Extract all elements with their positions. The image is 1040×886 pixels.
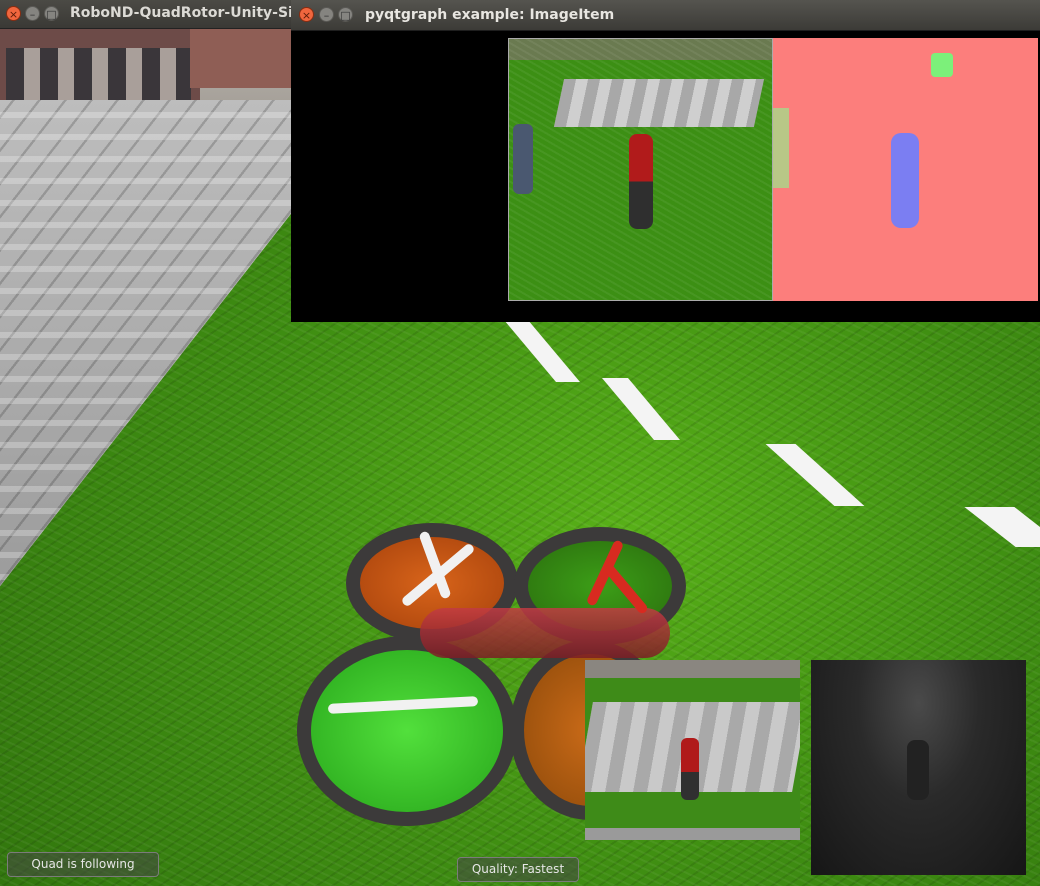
minimize-icon[interactable]: –: [25, 6, 40, 21]
simulator-titlebar[interactable]: × – □ RoboND-QuadRotor-Unity-Simu: [0, 0, 300, 29]
quality-setting-label[interactable]: Quality: Fastest: [457, 857, 579, 882]
lane-stripe: [964, 507, 1040, 547]
lane-stripe: [503, 320, 581, 382]
segmented-other: [773, 108, 789, 188]
viewer-window-title: pyqtgraph example: ImageItem: [365, 7, 615, 23]
plaza-tiles: [553, 79, 765, 127]
segmentation-image-item[interactable]: [773, 38, 1038, 301]
maximize-icon[interactable]: □: [338, 7, 353, 22]
maximize-icon[interactable]: □: [44, 6, 59, 21]
drone-body: [420, 608, 670, 658]
target-person: [681, 738, 699, 800]
camera-feed-inset: [585, 660, 800, 840]
simulator-window-title: RoboND-QuadRotor-Unity-Simu: [70, 5, 296, 21]
viewer-titlebar[interactable]: × – □ pyqtgraph example: ImageItem: [291, 0, 1040, 31]
target-person: [629, 134, 653, 229]
segmented-target: [891, 133, 919, 228]
segmented-other: [931, 53, 953, 77]
close-icon[interactable]: ×: [299, 7, 314, 22]
image-viewer-window: × – □ pyqtgraph example: ImageItem: [291, 0, 1040, 322]
minimize-icon[interactable]: –: [319, 7, 334, 22]
plaza-edge: [585, 828, 800, 840]
depth-person: [907, 740, 929, 800]
follow-status-label: Quad is following: [7, 852, 159, 877]
lane-stripe: [765, 444, 865, 506]
rotor-rear-left: [297, 636, 517, 826]
rgb-image-item[interactable]: [508, 38, 773, 301]
bystander-person: [513, 124, 533, 194]
depth-feed-inset: [811, 660, 1026, 875]
lane-stripe: [601, 378, 681, 440]
close-icon[interactable]: ×: [6, 6, 21, 21]
